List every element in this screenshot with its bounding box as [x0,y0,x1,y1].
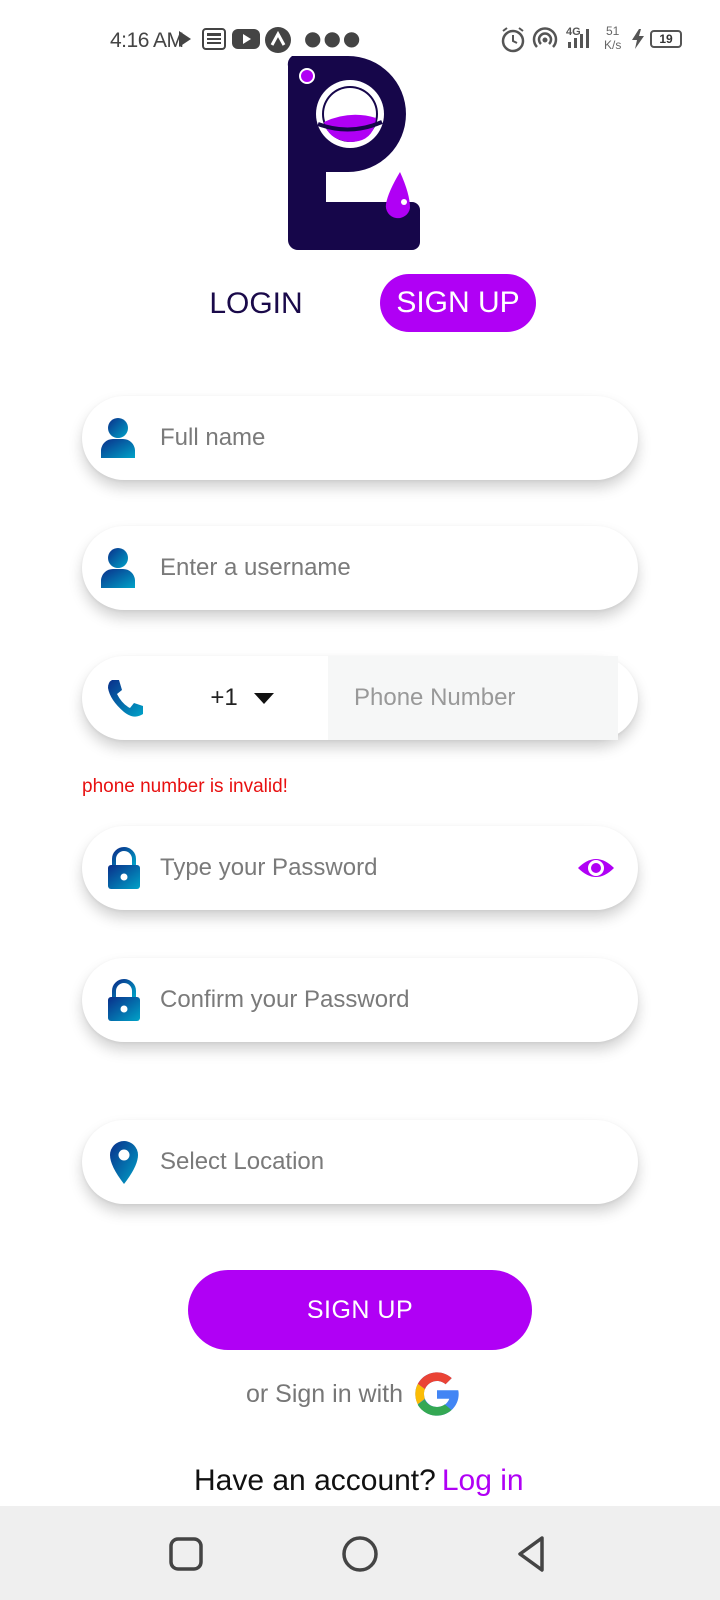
location-pin-icon [110,1141,138,1184]
alt-signin-row: or Sign in with [246,1368,463,1420]
user-icon [101,548,135,588]
lock-icon [108,979,140,1021]
signal-icon: 4G [566,26,589,48]
alt-signin-label: or Sign in with [246,1379,404,1408]
network-speed-unit: K/s [604,38,622,52]
country-code-dropdown[interactable]: +1 [160,656,324,740]
network-type-label: 4G [566,26,581,38]
username-placeholder: Enter a username [160,554,351,581]
have-account-label: Have an account? [194,1464,436,1497]
tab-signup[interactable]: SIGN UP [380,274,536,332]
password-field[interactable]: Type your Password [82,826,638,910]
more-notifications-icon: ●●● [304,26,363,50]
country-code-value: +1 [210,684,238,711]
navigation-bar [0,1506,720,1600]
phone-number-input[interactable]: Phone Number [328,656,618,740]
network-speed-value: 51 [605,24,620,38]
status-time: 4:16 AM [110,29,184,52]
confirm-password-placeholder: Confirm your Password [160,986,410,1013]
password-placeholder: Type your Password [160,854,378,881]
user-icon [101,418,135,458]
lock-icon [108,847,140,889]
location-field[interactable]: Select Location [82,1120,638,1204]
news-icon [202,28,226,50]
eye-icon[interactable] [576,852,616,884]
login-link[interactable]: Log in [442,1464,524,1497]
app-logo [287,56,420,250]
battery-indicator: 19 [650,30,682,48]
recent-apps-button[interactable] [162,1530,210,1578]
location-placeholder: Select Location [160,1148,325,1175]
phone-placeholder: Phone Number [354,684,516,711]
google-icon[interactable] [411,1368,463,1420]
charging-icon [632,29,644,49]
full-name-field[interactable]: Full name [82,396,638,480]
full-name-placeholder: Full name [160,424,266,451]
hotspot-icon [532,27,558,48]
youtube-icon [232,29,260,49]
phone-error-message: phone number is invalid! [82,776,288,797]
sign-up-button[interactable]: SIGN UP [188,1270,532,1350]
chevron-down-icon [253,692,274,704]
confirm-password-field[interactable]: Confirm your Password [82,958,638,1042]
phone-icon [108,680,143,717]
have-account-row: Have an account? Log in [194,1464,524,1498]
home-button[interactable] [336,1530,384,1578]
play-icon [179,31,191,47]
tab-login[interactable]: LOGIN [196,276,316,332]
alarm-icon [501,27,525,53]
network-speed: 51 K/s [604,24,621,52]
phone-field: +1 Phone Number [82,656,638,740]
app-icon [265,27,291,53]
back-button[interactable] [508,1530,556,1578]
username-field[interactable]: Enter a username [82,526,638,610]
